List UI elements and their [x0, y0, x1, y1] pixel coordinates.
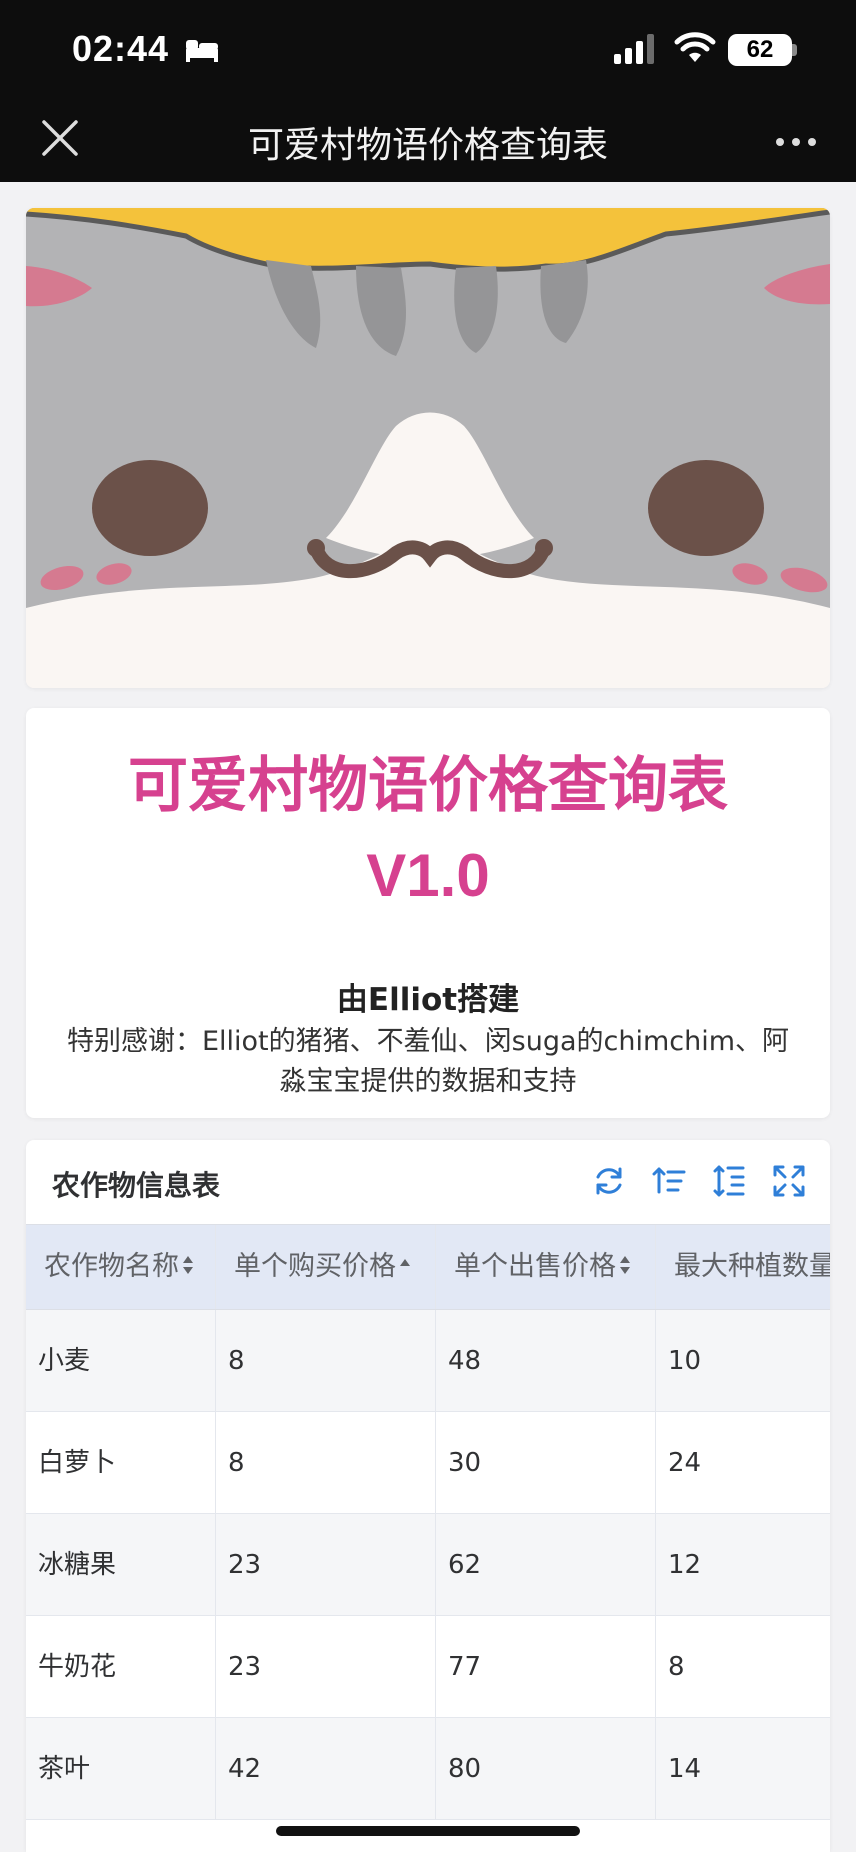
version-label: V1.0	[366, 842, 490, 909]
table-header-row: 农作物名称 单个购买价格 单个出售价格 最大种植数量	[26, 1224, 830, 1310]
crop-name-cell: 小麦	[26, 1310, 216, 1411]
column-header-name[interactable]: 农作物名称	[26, 1225, 216, 1309]
title-card: 可爱村物语价格查询表 V1.0 由Elliot搭建 特别感谢：Elliot的猪猪…	[26, 708, 830, 1118]
max-plant-cell: 12	[668, 1550, 702, 1580]
crop-name-cell: 白萝卜	[26, 1412, 216, 1513]
crop-table: 农作物名称 单个购买价格 单个出售价格 最大种植数量 小麦 8 48 10 白萝…	[26, 1224, 830, 1820]
buy-price-cell: 8	[216, 1310, 436, 1411]
table-toolbar: 农作物信息表	[26, 1140, 830, 1224]
sort-ascending-icon[interactable]	[398, 1253, 412, 1277]
wifi-icon	[674, 32, 716, 62]
refresh-icon[interactable]	[592, 1164, 626, 1198]
table-title: 农作物信息表	[52, 1169, 221, 1202]
crop-table-card: 农作物信息表 农作物名称 单个购买价格 单个出售价格 最大种植数量 小麦 8 4…	[26, 1140, 830, 1852]
crop-name-cell: 牛奶花	[26, 1616, 216, 1717]
buy-price-cell: 42	[216, 1718, 436, 1819]
sell-price-cell: 30	[436, 1412, 656, 1513]
column-header-max-plant[interactable]: 最大种植数量	[656, 1225, 830, 1309]
status-time: 02:44	[72, 28, 170, 69]
bed-icon	[186, 40, 218, 62]
signal-icon	[614, 34, 654, 64]
sort-arrows-icon[interactable]	[181, 1253, 195, 1277]
sell-price-cell: 80	[436, 1718, 656, 1819]
cat-banner-image	[26, 208, 830, 688]
sort-arrows-icon[interactable]	[618, 1253, 632, 1277]
nav-bar: 可爱村物语价格查询表	[0, 100, 856, 182]
table-row[interactable]: 牛奶花 23 77 8	[26, 1616, 830, 1718]
crop-name-cell: 茶叶	[26, 1718, 216, 1819]
table-row[interactable]: 小麦 8 48 10	[26, 1310, 830, 1412]
status-bar: 02:44 62	[0, 0, 856, 100]
sell-price-cell: 48	[436, 1310, 656, 1411]
more-icon[interactable]	[774, 136, 818, 148]
battery-icon: 62	[728, 34, 792, 66]
column-settings-icon[interactable]	[712, 1164, 746, 1198]
banner-card	[26, 208, 830, 688]
table-row[interactable]: 白萝卜 8 30 24	[26, 1412, 830, 1514]
table-row[interactable]: 茶叶 42 80 14	[26, 1718, 830, 1820]
buy-price-cell: 23	[216, 1514, 436, 1615]
crop-name-cell: 冰糖果	[26, 1514, 216, 1615]
nav-title: 可爱村物语价格查询表	[247, 125, 608, 166]
home-indicator[interactable]	[276, 1826, 580, 1836]
fullscreen-icon[interactable]	[772, 1164, 806, 1198]
max-plant-cell: 10	[668, 1346, 702, 1376]
thanks-text: 特别感谢：Elliot的猪猪、不羞仙、闵suga的chimchim、阿淼宝宝提供…	[66, 1026, 790, 1097]
buy-price-cell: 23	[216, 1616, 436, 1717]
buy-price-cell: 8	[216, 1412, 436, 1513]
builder-credit: 由Elliot搭建	[336, 982, 520, 1018]
max-plant-cell: 24	[668, 1448, 702, 1478]
sell-price-cell: 62	[436, 1514, 656, 1615]
column-header-sell-price[interactable]: 单个出售价格	[436, 1225, 656, 1309]
battery-nub	[792, 44, 797, 56]
column-header-buy-price[interactable]: 单个购买价格	[216, 1225, 436, 1309]
max-plant-cell: 8	[668, 1652, 685, 1682]
sort-icon[interactable]	[652, 1164, 686, 1198]
table-row[interactable]: 冰糖果 23 62 12	[26, 1514, 830, 1616]
sell-price-cell: 77	[436, 1616, 656, 1717]
max-plant-cell: 14	[668, 1754, 702, 1784]
page-title: 可爱村物语价格查询表	[128, 751, 728, 821]
